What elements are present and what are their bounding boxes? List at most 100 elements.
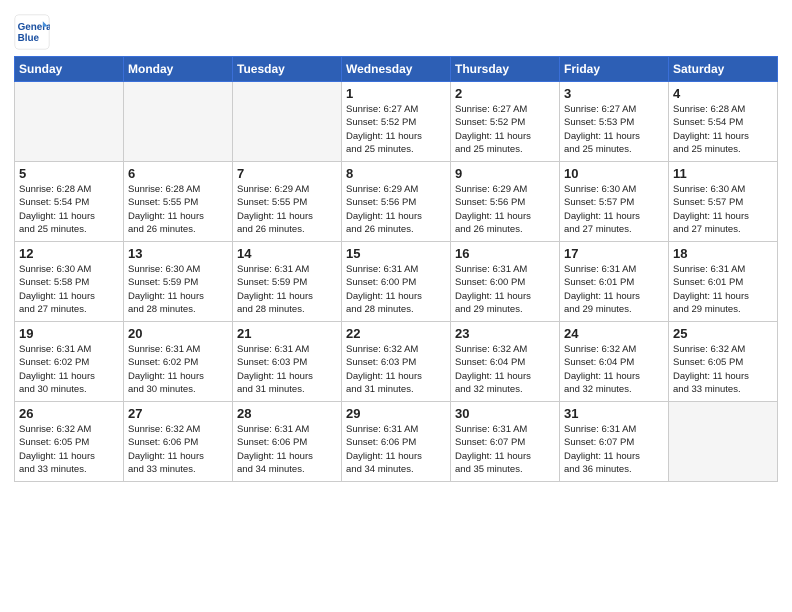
day-number: 10 — [564, 166, 664, 181]
page-container: General Blue SundayMondayTuesdayWednesda… — [0, 0, 792, 612]
calendar-cell: 21 Sunrise: 6:31 AM Sunset: 6:03 PM Dayli… — [233, 322, 342, 402]
day-info: Sunrise: 6:32 AM Sunset: 6:05 PM Dayligh… — [673, 343, 773, 396]
calendar-cell: 31Sunrise: 6:31 AM Sunset: 6:07 PM Dayli… — [560, 402, 669, 482]
day-info: Sunrise: 6:31 AM Sunset: 6:01 PM Dayligh… — [673, 263, 773, 316]
day-number: 18 — [673, 246, 773, 261]
logo-icon: General Blue — [14, 14, 50, 50]
day-info: Sunrise: 6:31 AM Sunset: 6:06 PM Dayligh… — [237, 423, 337, 476]
day-info: Sunrise: 6:32 AM Sunset: 6:04 PM Dayligh… — [564, 343, 664, 396]
calendar-week-1: 1 Sunrise: 6:27 AM Sunset: 5:52 PM Daylig… — [15, 82, 778, 162]
day-number: 27 — [128, 406, 228, 421]
calendar-cell: 3 Sunrise: 6:27 AM Sunset: 5:53 PM Daylig… — [560, 82, 669, 162]
weekday-header-monday: Monday — [124, 57, 233, 82]
day-info: Sunrise: 6:32 AM Sunset: 6:05 PM Dayligh… — [19, 423, 119, 476]
day-info: Sunrise: 6:31 AM Sunset: 6:03 PM Dayligh… — [237, 343, 337, 396]
svg-text:Blue: Blue — [18, 33, 40, 44]
day-info: Sunrise: 6:32 AM Sunset: 6:06 PM Dayligh… — [128, 423, 228, 476]
day-number: 7 — [237, 166, 337, 181]
day-number: 24 — [564, 326, 664, 341]
day-number: 30 — [455, 406, 555, 421]
day-number: 11 — [673, 166, 773, 181]
day-info: Sunrise: 6:30 AM Sunset: 5:58 PM Dayligh… — [19, 263, 119, 316]
calendar-cell: 19 Sunrise: 6:31 AM Sunset: 6:02 PM Dayli… — [15, 322, 124, 402]
calendar-cell: 27 Sunrise: 6:32 AM Sunset: 6:06 PM Dayli… — [124, 402, 233, 482]
calendar-week-3: 12Sunrise: 6:30 AM Sunset: 5:58 PM Dayli… — [15, 242, 778, 322]
day-info: Sunrise: 6:31 AM Sunset: 6:07 PM Dayligh… — [455, 423, 555, 476]
day-number: 9 — [455, 166, 555, 181]
calendar-week-2: 5 Sunrise: 6:28 AM Sunset: 5:54 PM Daylig… — [15, 162, 778, 242]
day-info: Sunrise: 6:28 AM Sunset: 5:54 PM Dayligh… — [19, 183, 119, 236]
day-number: 1 — [346, 86, 446, 101]
day-number: 25 — [673, 326, 773, 341]
day-info: Sunrise: 6:30 AM Sunset: 5:57 PM Dayligh… — [564, 183, 664, 236]
calendar-cell: 11 Sunrise: 6:30 AM Sunset: 5:57 PM Dayli… — [669, 162, 778, 242]
day-number: 5 — [19, 166, 119, 181]
day-info: Sunrise: 6:31 AM Sunset: 6:02 PM Dayligh… — [19, 343, 119, 396]
calendar-cell — [15, 82, 124, 162]
header: General Blue — [14, 10, 778, 50]
day-number: 26 — [19, 406, 119, 421]
weekday-header-thursday: Thursday — [451, 57, 560, 82]
day-info: Sunrise: 6:28 AM Sunset: 5:55 PM Dayligh… — [128, 183, 228, 236]
weekday-header-saturday: Saturday — [669, 57, 778, 82]
calendar-cell: 22 Sunrise: 6:32 AM Sunset: 6:03 PM Dayli… — [342, 322, 451, 402]
day-number: 2 — [455, 86, 555, 101]
day-number: 13 — [128, 246, 228, 261]
day-number: 14 — [237, 246, 337, 261]
day-number: 3 — [564, 86, 664, 101]
calendar-cell — [233, 82, 342, 162]
day-info: Sunrise: 6:30 AM Sunset: 5:59 PM Dayligh… — [128, 263, 228, 316]
day-number: 16 — [455, 246, 555, 261]
day-number: 19 — [19, 326, 119, 341]
weekday-header-sunday: Sunday — [15, 57, 124, 82]
calendar-cell: 20Sunrise: 6:31 AM Sunset: 6:02 PM Dayli… — [124, 322, 233, 402]
calendar-cell: 6 Sunrise: 6:28 AM Sunset: 5:55 PM Daylig… — [124, 162, 233, 242]
calendar-cell: 17 Sunrise: 6:31 AM Sunset: 6:01 PM Dayli… — [560, 242, 669, 322]
calendar-week-4: 19 Sunrise: 6:31 AM Sunset: 6:02 PM Dayli… — [15, 322, 778, 402]
day-info: Sunrise: 6:31 AM Sunset: 5:59 PM Dayligh… — [237, 263, 337, 316]
logo: General Blue — [14, 14, 52, 50]
day-info: Sunrise: 6:29 AM Sunset: 5:55 PM Dayligh… — [237, 183, 337, 236]
calendar-cell: 24 Sunrise: 6:32 AM Sunset: 6:04 PM Dayli… — [560, 322, 669, 402]
calendar-cell: 14 Sunrise: 6:31 AM Sunset: 5:59 PM Dayli… — [233, 242, 342, 322]
calendar-cell: 23 Sunrise: 6:32 AM Sunset: 6:04 PM Dayli… — [451, 322, 560, 402]
calendar-cell: 26 Sunrise: 6:32 AM Sunset: 6:05 PM Dayli… — [15, 402, 124, 482]
day-info: Sunrise: 6:31 AM Sunset: 6:01 PM Dayligh… — [564, 263, 664, 316]
day-number: 22 — [346, 326, 446, 341]
day-info: Sunrise: 6:31 AM Sunset: 6:02 PM Dayligh… — [128, 343, 228, 396]
calendar-cell — [669, 402, 778, 482]
day-number: 23 — [455, 326, 555, 341]
calendar-cell: 13 Sunrise: 6:30 AM Sunset: 5:59 PM Dayli… — [124, 242, 233, 322]
day-info: Sunrise: 6:31 AM Sunset: 6:00 PM Dayligh… — [455, 263, 555, 316]
calendar-cell: 28 Sunrise: 6:31 AM Sunset: 6:06 PM Dayli… — [233, 402, 342, 482]
calendar-cell: 16 Sunrise: 6:31 AM Sunset: 6:00 PM Dayli… — [451, 242, 560, 322]
day-info: Sunrise: 6:28 AM Sunset: 5:54 PM Dayligh… — [673, 103, 773, 156]
calendar-cell: 18 Sunrise: 6:31 AM Sunset: 6:01 PM Dayli… — [669, 242, 778, 322]
day-info: Sunrise: 6:32 AM Sunset: 6:03 PM Dayligh… — [346, 343, 446, 396]
day-info: Sunrise: 6:27 AM Sunset: 5:52 PM Dayligh… — [455, 103, 555, 156]
day-info: Sunrise: 6:32 AM Sunset: 6:04 PM Dayligh… — [455, 343, 555, 396]
day-number: 21 — [237, 326, 337, 341]
calendar-week-5: 26 Sunrise: 6:32 AM Sunset: 6:05 PM Dayli… — [15, 402, 778, 482]
day-info: Sunrise: 6:29 AM Sunset: 5:56 PM Dayligh… — [346, 183, 446, 236]
day-info: Sunrise: 6:30 AM Sunset: 5:57 PM Dayligh… — [673, 183, 773, 236]
day-number: 15 — [346, 246, 446, 261]
calendar-cell: 5 Sunrise: 6:28 AM Sunset: 5:54 PM Daylig… — [15, 162, 124, 242]
calendar-cell: 2 Sunrise: 6:27 AM Sunset: 5:52 PM Daylig… — [451, 82, 560, 162]
calendar-cell: 12Sunrise: 6:30 AM Sunset: 5:58 PM Dayli… — [15, 242, 124, 322]
day-info: Sunrise: 6:31 AM Sunset: 6:00 PM Dayligh… — [346, 263, 446, 316]
weekday-header-tuesday: Tuesday — [233, 57, 342, 82]
day-number: 6 — [128, 166, 228, 181]
day-info: Sunrise: 6:27 AM Sunset: 5:52 PM Dayligh… — [346, 103, 446, 156]
calendar-cell: 10 Sunrise: 6:30 AM Sunset: 5:57 PM Dayli… — [560, 162, 669, 242]
day-number: 29 — [346, 406, 446, 421]
day-number: 28 — [237, 406, 337, 421]
day-info: Sunrise: 6:27 AM Sunset: 5:53 PM Dayligh… — [564, 103, 664, 156]
calendar-cell: 15 Sunrise: 6:31 AM Sunset: 6:00 PM Dayli… — [342, 242, 451, 322]
calendar-cell: 29Sunrise: 6:31 AM Sunset: 6:06 PM Dayli… — [342, 402, 451, 482]
day-number: 17 — [564, 246, 664, 261]
weekday-header-row: SundayMondayTuesdayWednesdayThursdayFrid… — [15, 57, 778, 82]
calendar-cell: 7 Sunrise: 6:29 AM Sunset: 5:55 PM Daylig… — [233, 162, 342, 242]
calendar-cell: 4Sunrise: 6:28 AM Sunset: 5:54 PM Daylig… — [669, 82, 778, 162]
weekday-header-wednesday: Wednesday — [342, 57, 451, 82]
